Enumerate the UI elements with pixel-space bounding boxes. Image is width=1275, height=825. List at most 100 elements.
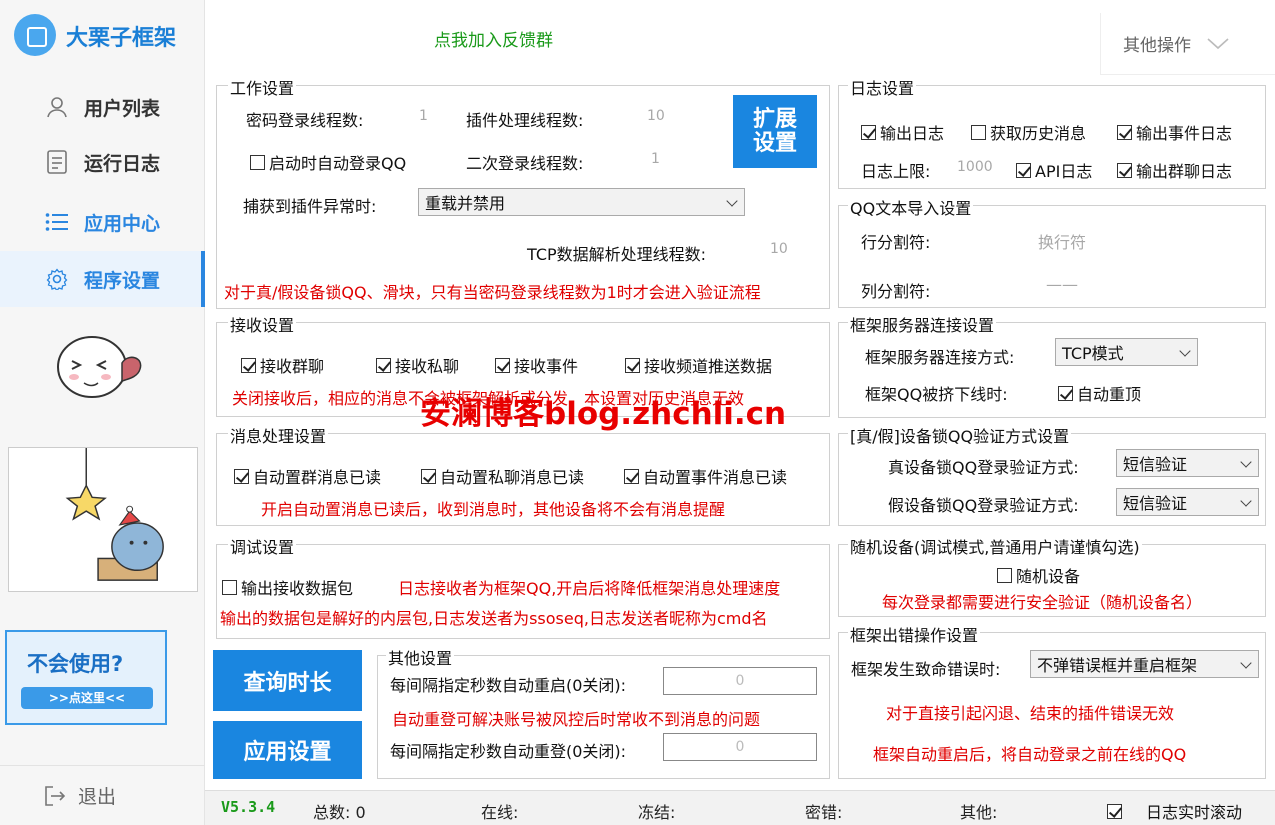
chevron-down-icon <box>1240 495 1252 507</box>
other-settings-title: 其他设置 <box>386 645 455 669</box>
qq-text-import-title: QQ文本导入设置 <box>848 195 974 219</box>
server-connection-title: 框架服务器连接设置 <box>848 312 997 336</box>
query-duration-button[interactable]: 查询时长 <box>213 650 362 711</box>
plugin-exception-select[interactable]: 重载并禁用 <box>418 188 745 216</box>
help-button[interactable]: >>点这里<< <box>21 687 153 709</box>
error-note-2: 框架自动重启后，将自动登录之前在线的QQ <box>873 745 1187 764</box>
user-icon <box>44 94 70 120</box>
auto-read-group-checkbox[interactable]: 自动置群消息已读 <box>234 464 381 488</box>
list-icon <box>44 209 70 235</box>
message-processing-title: 消息处理设置 <box>228 423 329 447</box>
connection-mode-select[interactable]: TCP模式 <box>1055 338 1198 366</box>
column-separator-label: 列分割符: <box>861 282 931 301</box>
kicked-offline-label: 框架QQ被挤下线时: <box>865 385 1008 404</box>
second-login-label: 二次登录线程数: <box>466 154 584 173</box>
status-bar: V5.3.4 总数: 0 在线: 冻结: 密错: 其他: 日志实时滚动 <box>205 790 1275 825</box>
receive-group-checkbox[interactable]: 接收群聊 <box>241 353 324 377</box>
online-count: 在线: <box>481 803 519 822</box>
sidebar-item-label: 运行日志 <box>84 152 161 175</box>
expand-settings-label-line1: 扩展 <box>752 106 797 132</box>
realtime-scroll-checkbox[interactable]: 日志实时滚动 <box>1107 799 1242 823</box>
work-settings-note: 对于真/假设备锁QQ、滑块，只有当密码登录线程数为1时才会进入验证流程 <box>224 283 761 302</box>
receive-private-checkbox[interactable]: 接收私聊 <box>376 353 459 377</box>
debug-settings-title: 调试设置 <box>228 534 297 558</box>
plugin-threads-value[interactable]: 10 <box>647 108 665 124</box>
history-message-checkbox[interactable]: 获取历史消息 <box>971 120 1086 144</box>
total-count: 总数: 0 <box>313 803 366 822</box>
sidebar-item-program-settings[interactable]: 程序设置 <box>0 251 205 307</box>
event-log-checkbox[interactable]: 输出事件日志 <box>1117 120 1232 144</box>
error-note-1: 对于直接引起闪退、结束的插件错误无效 <box>886 704 1175 723</box>
document-icon <box>44 149 70 175</box>
other-operations-dropdown[interactable]: 其他操作 <box>1100 13 1275 75</box>
sidebar-item-app-center[interactable]: 应用中心 <box>0 197 205 247</box>
second-login-value[interactable]: 1 <box>651 151 660 167</box>
receive-event-checkbox[interactable]: 接收事件 <box>495 353 578 377</box>
debug-note-2: 输出的数据包是解好的内层包,日志发送者为ssoseq,日志发送者昵称为cmd名 <box>220 609 768 628</box>
tcp-threads-label: TCP数据解析处理线程数: <box>527 245 707 264</box>
app-title: 大栗子框架 <box>66 26 177 51</box>
logout-button[interactable]: 退出 <box>0 765 205 825</box>
sidebar-item-user-list[interactable]: 用户列表 <box>0 82 205 132</box>
other-settings-note: 自动重登可解决账号被风控后时常收不到消息的问题 <box>392 710 761 729</box>
other-operations-label: 其他操作 <box>1123 36 1191 56</box>
tcp-threads-value[interactable]: 10 <box>770 241 788 257</box>
chevron-down-icon <box>1240 657 1252 669</box>
auto-login-checkbox[interactable]: 启动时自动登录QQ <box>250 150 406 174</box>
expand-settings-button[interactable]: 扩展 设置 <box>733 95 817 168</box>
log-limit-value[interactable]: 1000 <box>957 159 993 175</box>
api-log-checkbox[interactable]: API日志 <box>1016 158 1092 182</box>
chevron-down-icon <box>1179 345 1191 357</box>
sidebar-item-label: 应用中心 <box>84 212 161 235</box>
sidebar-item-run-log[interactable]: 运行日志 <box>0 137 205 187</box>
message-processing-note: 开启自动置消息已读后，收到消息时，其他设备将不会有消息提醒 <box>261 500 726 519</box>
logout-icon <box>44 785 66 806</box>
auto-restart-input[interactable]: 0 <box>663 667 817 695</box>
fake-device-lock-select[interactable]: 短信验证 <box>1116 488 1259 516</box>
output-packet-checkbox[interactable]: 输出接收数据包 <box>222 575 353 599</box>
pwd-threads-label: 密码登录线程数: <box>246 111 364 130</box>
other-count: 其他: <box>960 803 998 822</box>
plugin-threads-label: 插件处理线程数: <box>466 111 584 130</box>
sidebar-item-label: 程序设置 <box>84 269 161 292</box>
sidebar: 大栗子框架 用户列表 运行日志 应用中心 程序设置 不会使用? >>点这里<< … <box>0 0 205 825</box>
help-box[interactable]: 不会使用? >>点这里<< <box>5 630 167 725</box>
plugin-exception-label: 捕获到插件异常时: <box>243 197 377 216</box>
connection-mode-label: 框架服务器连接方式: <box>865 348 1015 367</box>
feedback-group-link[interactable]: 点我加入反馈群 <box>434 26 553 51</box>
expand-settings-label-line2: 设置 <box>752 130 797 156</box>
device-lock-title: [真/假]设备锁QQ验证方式设置 <box>848 423 1072 447</box>
fatal-error-label: 框架发生致命错误时: <box>851 660 1001 679</box>
cartoon-sticker-image <box>57 336 142 398</box>
pwd-threads-value[interactable]: 1 <box>419 108 428 124</box>
auto-read-event-checkbox[interactable]: 自动置事件消息已读 <box>624 464 787 488</box>
random-device-note: 每次登录都需要进行安全验证（随机设备名） <box>882 593 1203 612</box>
auto-reconnect-checkbox[interactable]: 自动重顶 <box>1058 381 1141 405</box>
receive-channel-checkbox[interactable]: 接收频道推送数据 <box>625 353 772 377</box>
column-separator-value[interactable]: —— <box>1046 275 1078 294</box>
password-error-count: 密错: <box>805 803 843 822</box>
auto-relogin-label: 每间隔指定秒数自动重登(0关闭): <box>390 742 627 761</box>
random-device-checkbox[interactable]: 随机设备 <box>997 563 1080 587</box>
cat-star-image <box>8 447 198 592</box>
random-device-title: 随机设备(调试模式,普通用户请谨慎勾选) <box>848 534 1142 558</box>
auto-read-private-checkbox[interactable]: 自动置私聊消息已读 <box>421 464 584 488</box>
log-limit-label: 日志上限: <box>861 162 931 181</box>
output-log-checkbox[interactable]: 输出日志 <box>861 120 944 144</box>
row-separator-value[interactable]: 换行符 <box>1038 229 1086 253</box>
fatal-error-select[interactable]: 不弹错误框并重启框架 <box>1030 650 1259 678</box>
frozen-count: 冻结: <box>638 803 676 822</box>
auto-relogin-input[interactable]: 0 <box>663 733 817 761</box>
chevron-down-icon <box>1240 456 1252 468</box>
log-settings-title: 日志设置 <box>848 75 917 99</box>
group-log-checkbox[interactable]: 输出群聊日志 <box>1117 158 1232 182</box>
receive-settings-title: 接收设置 <box>228 312 297 336</box>
row-separator-label: 行分割符: <box>861 233 931 252</box>
real-device-lock-select[interactable]: 短信验证 <box>1116 449 1259 477</box>
help-title: 不会使用? <box>27 652 124 676</box>
version-label: V5.3.4 <box>221 798 276 816</box>
apply-settings-button[interactable]: 应用设置 <box>213 721 362 779</box>
debug-note-1: 日志接收者为框架QQ,开启后将降低框架消息处理速度 <box>398 579 781 598</box>
app-logo-icon <box>14 14 56 56</box>
auto-restart-label: 每间隔指定秒数自动重启(0关闭): <box>390 676 627 695</box>
